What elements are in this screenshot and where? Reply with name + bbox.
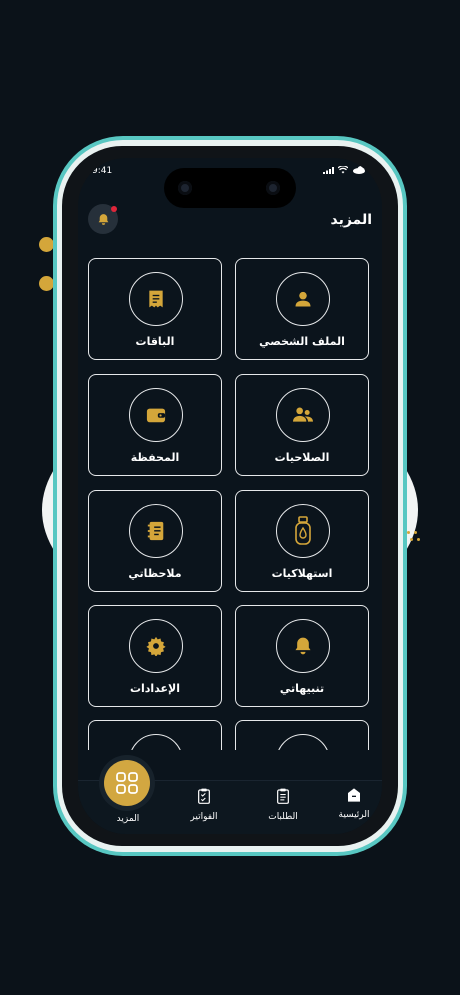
menu-icon-circle (276, 619, 330, 673)
menu-icon-circle (276, 388, 330, 442)
user-icon (295, 291, 311, 307)
decorative-dot (39, 237, 54, 252)
bell-icon (98, 213, 108, 225)
decorative-spark (407, 531, 410, 534)
menu-icon-circle (129, 504, 183, 558)
tab-label: الفواتير (190, 812, 218, 822)
menu-icon-circle (129, 619, 183, 673)
tab-more-label: المزيد (116, 814, 140, 824)
notebook-icon (147, 521, 164, 541)
menu-icon-circle (129, 272, 183, 326)
bell-icon (295, 637, 311, 655)
menu-card-label: الإعدادات (129, 682, 181, 695)
camera-lens (178, 181, 192, 195)
wifi-icon (338, 166, 348, 174)
decorative-spark (417, 538, 420, 541)
menu-card-notes[interactable]: ملاحظاتي (88, 490, 222, 592)
tab-home[interactable]: الرئيسية (324, 787, 382, 820)
menu-card-label: المحفظة (130, 451, 180, 464)
menu-card-wallet[interactable]: المحفظة (88, 374, 222, 476)
gas-cylinder-icon (295, 516, 311, 545)
receipt-icon (149, 290, 163, 308)
menu-icon-circle (276, 272, 330, 326)
tab-label: الرئيسية (338, 810, 370, 820)
tab-more[interactable] (104, 760, 150, 806)
menu-card-label: استهلاكيات (271, 567, 333, 580)
menu-card-label: تنبيهاتي (279, 682, 325, 695)
signal-icon (323, 166, 334, 174)
decorative-dot (39, 276, 54, 291)
tab-label: الطلبات (268, 812, 298, 822)
menu-card-packages[interactable]: الباقات (88, 258, 222, 360)
clipboard-check-icon (198, 788, 210, 804)
menu-card-profile[interactable]: الملف الشخصي (235, 258, 369, 360)
menu-card-label: ملاحظاتي (128, 567, 182, 580)
page-title: المزيد (330, 212, 373, 228)
grid-icon (116, 772, 138, 794)
wallet-icon (146, 408, 166, 423)
status-icons (323, 166, 366, 174)
menu-card-label: الملف الشخصي (259, 335, 345, 348)
decorative-spark (414, 531, 417, 534)
menu-card-label: الباقات (135, 335, 175, 348)
notification-badge (111, 206, 117, 212)
users-icon (293, 407, 313, 422)
camera-lens (266, 181, 280, 195)
menu-icon-circle (276, 734, 330, 750)
menu-grid: الملف الشخصي الباقات الصلاحيات المحفظة ا… (88, 258, 372, 750)
menu-card-consumables[interactable]: استهلاكيات (235, 490, 369, 592)
menu-card-partial[interactable] (235, 720, 369, 750)
tab-orders[interactable]: الطلبات (253, 787, 313, 822)
notifications-button[interactable] (88, 204, 118, 234)
menu-icon-circle (276, 504, 330, 558)
status-time: 9:41 (92, 166, 113, 176)
menu-icon-circle (129, 388, 183, 442)
tab-invoices[interactable]: الفواتير (174, 787, 234, 822)
menu-card-partial[interactable] (88, 720, 222, 750)
menu-card-permissions[interactable]: الصلاحيات (235, 374, 369, 476)
decorative-spark (410, 538, 413, 541)
phone-screen: 9:41 المزيد الملف الشخصي الباقات الصلاحي… (78, 158, 382, 834)
menu-card-settings[interactable]: الإعدادات (88, 605, 222, 707)
dynamic-island (164, 168, 296, 208)
menu-icon-circle (129, 734, 183, 750)
battery-icon (353, 166, 365, 174)
gear-icon (146, 636, 166, 656)
clipboard-list-icon (277, 788, 289, 804)
home-icon (348, 788, 360, 802)
menu-card-label: الصلاحيات (274, 451, 330, 464)
menu-card-alerts[interactable]: تنبيهاتي (235, 605, 369, 707)
